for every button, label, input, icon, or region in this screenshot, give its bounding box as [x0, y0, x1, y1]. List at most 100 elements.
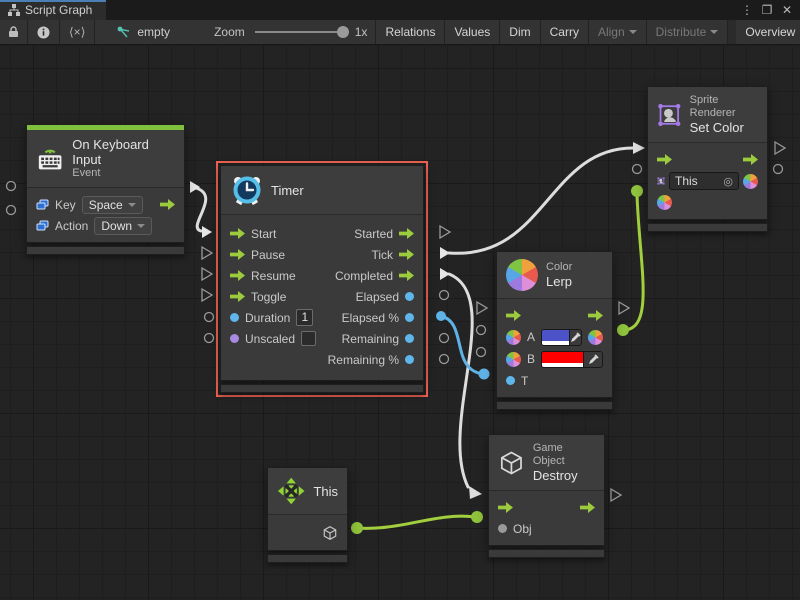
port-setcolor-target[interactable] — [633, 165, 642, 174]
duration-input[interactable]: 1 — [296, 309, 313, 326]
relations-button[interactable]: Relations — [376, 20, 445, 44]
result-port-icon[interactable] — [743, 174, 758, 189]
port-lerp-a[interactable] — [477, 326, 486, 335]
port-timer-resume[interactable] — [202, 268, 212, 280]
flow-out-arrow-icon[interactable] — [399, 270, 414, 281]
port-setcolor-result[interactable] — [774, 165, 783, 174]
flow-in-arrow-icon[interactable] — [657, 154, 672, 165]
port-keyboard-key[interactable] — [7, 182, 16, 191]
flow-in-arrow-icon[interactable] — [230, 270, 245, 281]
object-port-icon[interactable] — [498, 524, 507, 533]
port-timer-completed[interactable] — [440, 268, 450, 280]
object-picker-icon[interactable]: ◎ — [723, 175, 733, 188]
align-button[interactable]: Align — [589, 20, 647, 44]
node-setcolor[interactable]: Sprite Renderer Set Color — [647, 86, 768, 232]
overview-button[interactable]: Overview — [736, 20, 800, 44]
value-port-icon[interactable] — [405, 292, 414, 301]
port-keyboard-trigger-out[interactable] — [190, 181, 200, 193]
graph-toolbar: ⟨×⟩ empty Zoom 1x Relations Values Dim C… — [0, 20, 800, 45]
port-timer-tick[interactable] — [440, 247, 450, 259]
value-port-icon[interactable] — [405, 355, 414, 364]
values-button[interactable]: Values — [445, 20, 500, 44]
node-destroy[interactable]: Game Object Destroy Obj — [488, 434, 605, 558]
value-port-icon[interactable] — [506, 376, 515, 385]
flow-out-arrow-icon[interactable] — [580, 502, 595, 513]
inspect-button[interactable]: ⟨×⟩ — [60, 20, 95, 44]
port-keyboard-action[interactable] — [7, 206, 16, 215]
color-a-swatch[interactable] — [542, 330, 569, 345]
node-timer[interactable]: Timer Start Started Pause — [216, 161, 428, 397]
color-b-field[interactable] — [541, 351, 603, 368]
angle-x-icon: ⟨×⟩ — [69, 25, 85, 39]
wire-this-to-obj[interactable] — [357, 516, 475, 528]
value-port-icon[interactable] — [405, 334, 414, 343]
port-timer-elapsedpct[interactable] — [436, 311, 446, 321]
port-lerp-b[interactable] — [477, 348, 486, 357]
port-destroy-obj[interactable] — [471, 511, 483, 523]
zoom-slider-handle[interactable] — [337, 26, 349, 38]
wire-keyboard-to-timer-start[interactable] — [196, 188, 206, 231]
tab-script-graph[interactable]: Script Graph — [0, 0, 106, 20]
port-setcolor-flow-out[interactable] — [775, 142, 785, 154]
value-port-icon[interactable] — [230, 313, 239, 322]
port-lerp-flow-out[interactable] — [619, 302, 629, 314]
graph-canvas[interactable]: On Keyboard Input Event Key Space — [0, 45, 800, 600]
port-timer-unscaled[interactable] — [205, 334, 214, 343]
window-menu-icon[interactable]: ⋮ — [738, 1, 756, 19]
flow-in-arrow-icon[interactable] — [230, 291, 245, 302]
flow-out-arrow-icon[interactable] — [399, 249, 414, 260]
port-timer-duration[interactable] — [205, 313, 214, 322]
color-port-icon[interactable] — [506, 352, 521, 367]
action-dropdown[interactable]: Down — [94, 217, 152, 235]
carry-button[interactable]: Carry — [541, 20, 589, 44]
flow-in-arrow-icon[interactable] — [498, 502, 513, 513]
wire-tick-to-setcolor[interactable] — [449, 148, 633, 253]
game-object-port-icon[interactable] — [322, 525, 338, 541]
port-destroy-flow-out[interactable] — [611, 489, 621, 501]
value-port-icon[interactable] — [405, 313, 414, 322]
flow-out-arrow-icon[interactable] — [399, 228, 414, 239]
node-color-lerp[interactable]: Color Lerp A — [496, 251, 613, 410]
flow-out-arrow-icon[interactable] — [160, 199, 175, 210]
distribute-button[interactable]: Distribute — [647, 20, 729, 44]
port-lerp-result[interactable] — [617, 324, 629, 336]
flow-out-arrow-icon[interactable] — [588, 310, 603, 321]
dim-button[interactable]: Dim — [500, 20, 540, 44]
wire-elapsedpct-to-t[interactable] — [441, 316, 484, 374]
lock-button[interactable] — [0, 20, 28, 44]
color-port-icon[interactable] — [506, 330, 521, 345]
port-timer-toggle[interactable] — [202, 289, 212, 301]
unscaled-checkbox[interactable] — [301, 331, 316, 346]
color-a-field[interactable] — [541, 329, 582, 346]
node-this[interactable]: This — [267, 467, 348, 563]
zoom-slider[interactable] — [255, 31, 347, 33]
port-timer-start[interactable] — [202, 226, 212, 238]
target-object-field[interactable]: This ◎ — [669, 172, 739, 190]
node-category: Game Object — [533, 442, 595, 468]
node-on-keyboard-input[interactable]: On Keyboard Input Event Key Space — [26, 124, 185, 255]
flow-in-arrow-icon[interactable] — [230, 249, 245, 260]
port-timer-started[interactable] — [440, 226, 450, 238]
maximize-icon[interactable]: ❐ — [758, 1, 776, 19]
flow-in-arrow-icon[interactable] — [230, 228, 245, 239]
port-timer-elapsed[interactable] — [440, 291, 449, 300]
port-lerp-t[interactable] — [479, 369, 490, 380]
port-lerp-flow-in[interactable] — [477, 302, 487, 314]
bool-port-icon[interactable] — [230, 334, 239, 343]
port-timer-remaining[interactable] — [440, 334, 449, 343]
color-b-swatch[interactable] — [542, 352, 583, 367]
port-timer-remainingpct[interactable] — [440, 355, 449, 364]
flow-in-arrow-icon[interactable] — [506, 310, 521, 321]
flow-out-arrow-icon[interactable] — [743, 154, 758, 165]
eyedropper-icon[interactable] — [583, 352, 602, 367]
wire-completed-to-destroy[interactable] — [449, 274, 472, 487]
key-dropdown[interactable]: Space — [82, 196, 143, 214]
close-icon[interactable]: ✕ — [778, 1, 796, 19]
port-setcolor-color[interactable] — [631, 185, 643, 197]
port-timer-pause[interactable] — [202, 247, 212, 259]
info-button[interactable] — [28, 20, 60, 44]
eyedropper-icon[interactable] — [569, 330, 581, 345]
port-this-out[interactable] — [351, 522, 363, 534]
lerp-result-port-icon[interactable] — [588, 330, 603, 345]
color-input-port-icon[interactable] — [657, 195, 672, 210]
